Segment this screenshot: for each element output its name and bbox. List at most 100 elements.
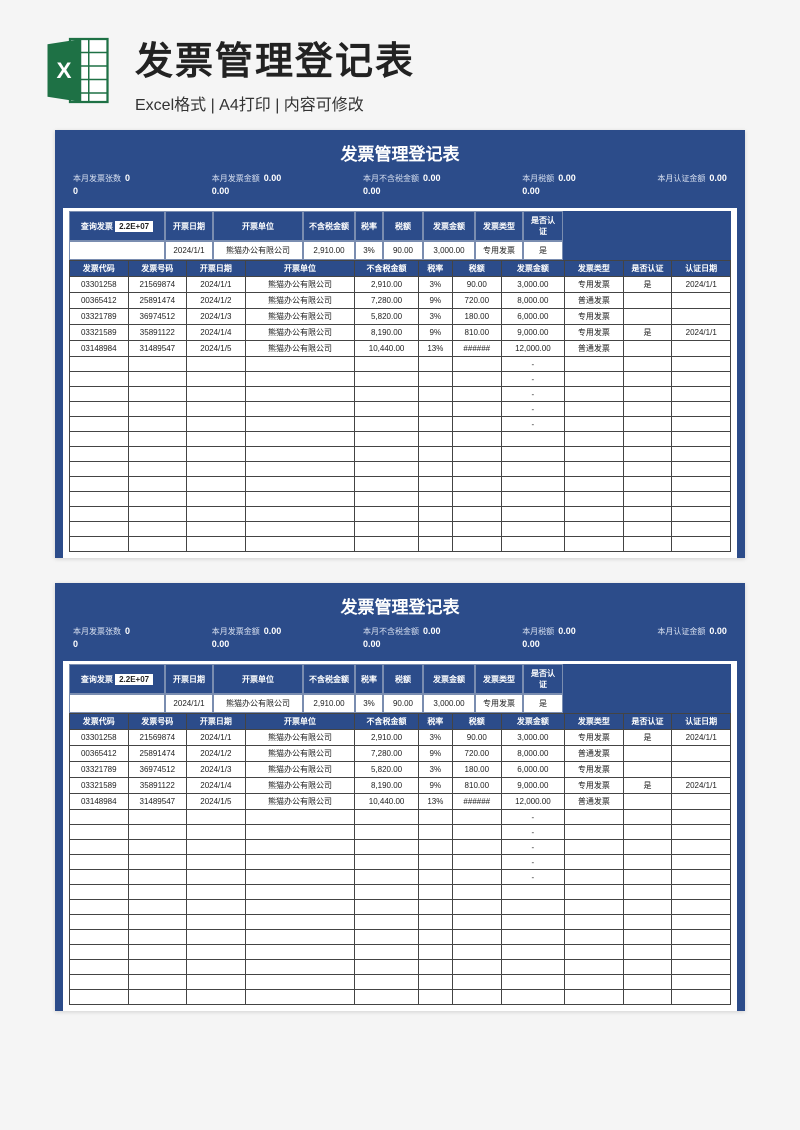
table-cell[interactable] (565, 990, 624, 1005)
table-cell[interactable] (128, 870, 187, 885)
table-cell[interactable] (128, 990, 187, 1005)
table-cell[interactable]: 6,000.00 (501, 762, 564, 778)
table-cell[interactable]: 3,000.00 (501, 277, 564, 293)
table-cell[interactable] (70, 975, 129, 990)
table-cell[interactable] (245, 915, 355, 930)
table-cell[interactable] (501, 990, 564, 1005)
table-cell[interactable] (501, 900, 564, 915)
table-cell[interactable]: 普通发票 (565, 746, 624, 762)
table-cell[interactable] (565, 372, 624, 387)
table-cell[interactable]: 9% (418, 325, 452, 341)
table-cell[interactable]: 熊猫办公有限公司 (245, 762, 355, 778)
table-cell[interactable]: 8,190.00 (355, 325, 418, 341)
table-cell[interactable]: 专用发票 (565, 762, 624, 778)
table-cell[interactable]: 35891122 (128, 325, 187, 341)
table-cell[interactable]: 2024/1/2 (187, 746, 246, 762)
table-cell[interactable]: 00365412 (70, 746, 129, 762)
table-cell[interactable]: 03148984 (70, 341, 129, 357)
table-cell[interactable]: 熊猫办公有限公司 (245, 746, 355, 762)
table-cell[interactable] (623, 794, 672, 810)
table-cell[interactable] (452, 492, 501, 507)
table-cell[interactable]: 90.00 (452, 730, 501, 746)
table-cell[interactable] (187, 915, 246, 930)
table-cell[interactable] (418, 870, 452, 885)
table-cell[interactable]: 9% (418, 778, 452, 794)
table-cell[interactable] (128, 507, 187, 522)
table-cell[interactable] (565, 960, 624, 975)
table-cell[interactable]: - (501, 840, 564, 855)
table-cell[interactable] (355, 930, 418, 945)
table-cell[interactable] (128, 462, 187, 477)
table-cell[interactable]: 2024/1/1 (672, 325, 731, 341)
table-cell[interactable] (128, 900, 187, 915)
table-cell[interactable]: 8,000.00 (501, 293, 564, 309)
table-cell[interactable] (187, 810, 246, 825)
table-cell[interactable] (187, 990, 246, 1005)
table-cell[interactable]: 5,820.00 (355, 762, 418, 778)
table-cell[interactable]: 31489547 (128, 794, 187, 810)
table-cell[interactable]: 9,000.00 (501, 778, 564, 794)
table-cell[interactable] (501, 537, 564, 552)
table-cell[interactable] (245, 402, 355, 417)
table-cell[interactable] (565, 507, 624, 522)
table-cell[interactable] (418, 960, 452, 975)
table-cell[interactable] (245, 492, 355, 507)
table-cell[interactable] (245, 810, 355, 825)
table-cell[interactable] (672, 492, 731, 507)
table-cell[interactable] (418, 855, 452, 870)
table-cell[interactable] (672, 447, 731, 462)
table-cell[interactable] (623, 870, 672, 885)
table-cell[interactable]: 03148984 (70, 794, 129, 810)
table-cell[interactable] (623, 960, 672, 975)
table-cell[interactable] (355, 537, 418, 552)
table-cell[interactable]: 是 (623, 778, 672, 794)
table-cell[interactable] (187, 945, 246, 960)
table-cell[interactable]: 25891474 (128, 293, 187, 309)
table-cell[interactable] (452, 975, 501, 990)
table-cell[interactable] (70, 885, 129, 900)
table-cell[interactable] (128, 537, 187, 552)
table-cell[interactable] (128, 960, 187, 975)
table-cell[interactable] (355, 432, 418, 447)
table-cell[interactable]: 180.00 (452, 309, 501, 325)
table-cell[interactable] (452, 447, 501, 462)
table-cell[interactable] (501, 462, 564, 477)
table-cell[interactable]: 2024/1/2 (187, 293, 246, 309)
table-cell[interactable] (452, 990, 501, 1005)
table-cell[interactable] (501, 477, 564, 492)
table-cell[interactable] (565, 522, 624, 537)
table-cell[interactable] (128, 840, 187, 855)
table-cell[interactable] (418, 990, 452, 1005)
table-cell[interactable] (128, 885, 187, 900)
table-cell[interactable]: 2024/1/4 (187, 325, 246, 341)
table-cell[interactable] (355, 900, 418, 915)
table-cell[interactable] (452, 402, 501, 417)
table-cell[interactable] (452, 432, 501, 447)
table-cell[interactable] (70, 417, 129, 432)
table-cell[interactable] (501, 930, 564, 945)
table-cell[interactable]: 180.00 (452, 762, 501, 778)
table-cell[interactable]: 熊猫办公有限公司 (245, 309, 355, 325)
table-cell[interactable] (187, 492, 246, 507)
table-cell[interactable] (245, 477, 355, 492)
table-cell[interactable] (672, 357, 731, 372)
table-cell[interactable] (452, 885, 501, 900)
table-cell[interactable] (623, 357, 672, 372)
table-cell[interactable] (355, 810, 418, 825)
table-cell[interactable] (187, 417, 246, 432)
table-cell[interactable] (128, 492, 187, 507)
table-cell[interactable] (623, 492, 672, 507)
table-cell[interactable]: 03321789 (70, 309, 129, 325)
table-cell[interactable] (565, 930, 624, 945)
table-cell[interactable] (128, 522, 187, 537)
table-cell[interactable] (452, 477, 501, 492)
table-cell[interactable]: 12,000.00 (501, 341, 564, 357)
table-cell[interactable] (245, 462, 355, 477)
table-cell[interactable]: ###### (452, 341, 501, 357)
table-cell[interactable]: 普通发票 (565, 794, 624, 810)
table-cell[interactable]: 2024/1/1 (187, 277, 246, 293)
table-cell[interactable] (187, 975, 246, 990)
table-cell[interactable] (623, 432, 672, 447)
table-cell[interactable] (452, 825, 501, 840)
table-cell[interactable] (452, 387, 501, 402)
